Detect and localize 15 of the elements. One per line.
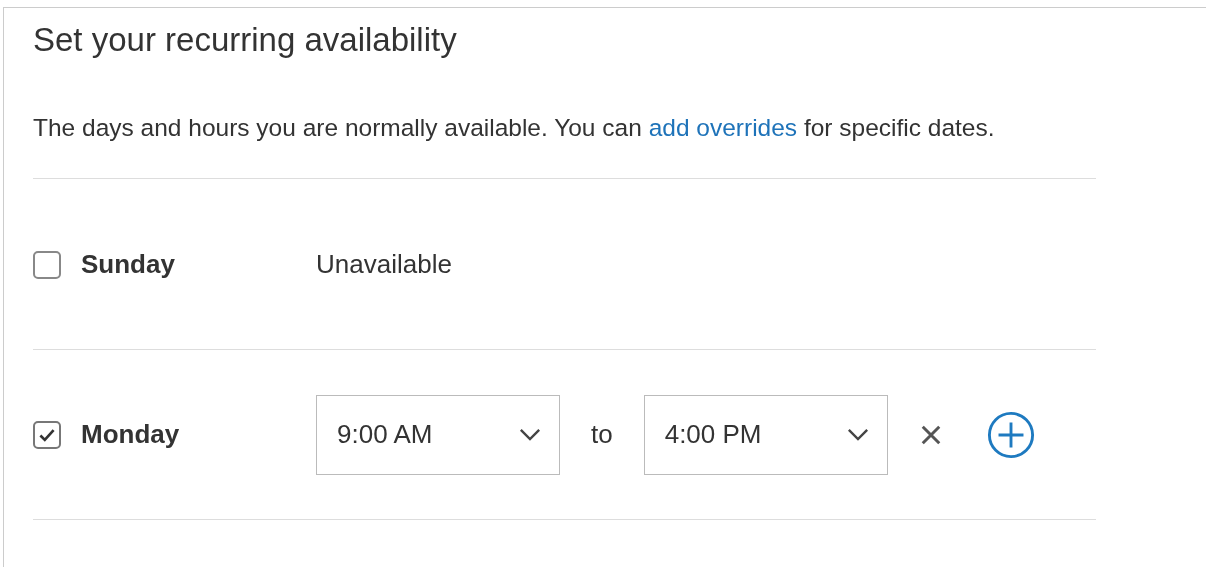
start-time-select[interactable]: 9:00 AM	[316, 394, 560, 475]
to-label: to	[591, 419, 613, 450]
add-icon[interactable]	[986, 410, 1035, 459]
day-checkbox[interactable]	[33, 420, 61, 449]
unavailable-label: Unavailable	[316, 249, 452, 279]
section-title: Set your recurring availability	[33, 20, 457, 60]
description-text: The days and hours you are normally available. You can add overrides for specific dates.	[33, 113, 995, 143]
day-label: Monday	[81, 419, 180, 450]
day-checkbox[interactable]	[33, 250, 61, 279]
day-label: Sunday	[81, 249, 175, 280]
end-time-select[interactable]: 4:00 PM	[643, 394, 888, 475]
chevron-down-icon	[846, 428, 869, 441]
chevron-down-icon	[519, 428, 541, 441]
add-overrides-link[interactable]: add overrides	[648, 114, 798, 141]
close-icon[interactable]	[919, 423, 942, 446]
